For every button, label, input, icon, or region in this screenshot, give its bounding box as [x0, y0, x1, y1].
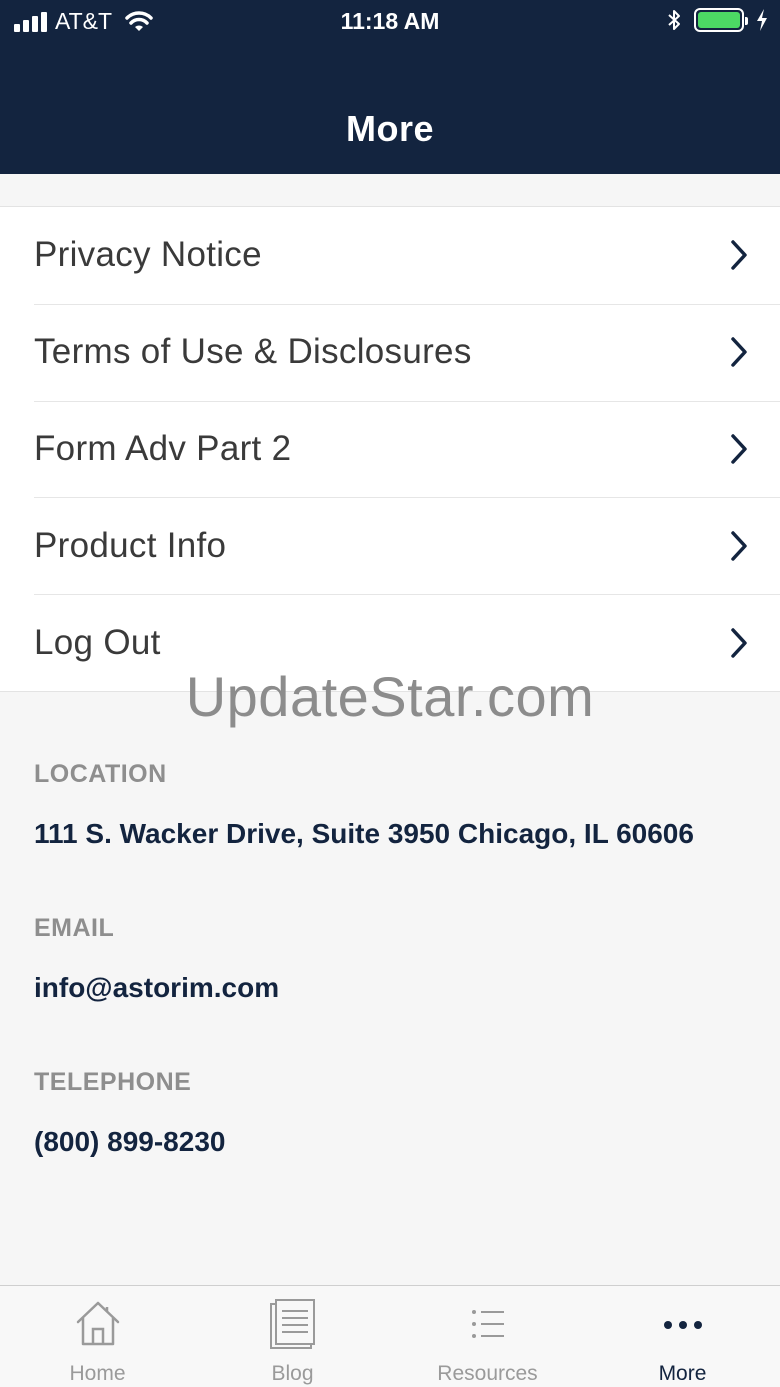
status-bar: AT&T 11:18 AM: [0, 0, 780, 44]
status-time: 11:18 AM: [340, 8, 440, 34]
email-label: EMAIL: [34, 914, 115, 942]
more-menu-list: Privacy Notice Terms of Use & Disclosure…: [0, 206, 780, 692]
tab-resources[interactable]: Resources: [390, 1286, 585, 1387]
location-label: LOCATION: [34, 760, 167, 788]
menu-item-label: Privacy Notice: [34, 235, 262, 275]
chevron-right-icon: [731, 531, 747, 561]
menu-item-label: Terms of Use & Disclosures: [34, 332, 472, 372]
tab-home[interactable]: Home: [0, 1286, 195, 1387]
location-value[interactable]: 111 S. Wacker Drive, Suite 3950 Chicago,…: [34, 818, 694, 850]
tab-blog[interactable]: Blog: [195, 1286, 390, 1387]
menu-item-terms-of-use[interactable]: Terms of Use & Disclosures: [0, 303, 780, 401]
tab-label: More: [658, 1362, 707, 1385]
tab-bar: Home Blog Resources More: [0, 1285, 780, 1387]
watermark-text: UpdateStar.com: [185, 665, 595, 728]
home-icon: [76, 1301, 119, 1346]
chevron-right-icon: [731, 337, 747, 367]
more-dots-icon: [663, 1321, 702, 1329]
email-value[interactable]: info@astorim.com: [34, 972, 279, 1004]
menu-item-form-adv-part-2[interactable]: Form Adv Part 2: [0, 400, 780, 498]
app-header: AT&T 11:18 AM More: [0, 0, 780, 174]
battery-icon: [694, 8, 748, 32]
telephone-label: TELEPHONE: [34, 1068, 192, 1096]
telephone-value[interactable]: (800) 899-8230: [34, 1126, 225, 1158]
charging-icon: [757, 9, 767, 31]
list-icon: [471, 1310, 504, 1338]
menu-item-label: Product Info: [34, 525, 227, 565]
menu-item-privacy-notice[interactable]: Privacy Notice: [0, 207, 780, 304]
chevron-right-icon: [731, 434, 747, 464]
tab-label: Resources: [437, 1362, 538, 1385]
menu-item-product-info[interactable]: Product Info: [0, 497, 780, 594]
menu-item-label: Form Adv Part 2: [34, 428, 292, 468]
page-title: More: [345, 108, 434, 149]
tab-label: Blog: [271, 1362, 314, 1385]
chevron-right-icon: [731, 627, 747, 658]
tab-label: Home: [69, 1362, 126, 1385]
menu-item-label: Log Out: [34, 622, 161, 662]
bluetooth-icon: [668, 10, 680, 30]
tab-more[interactable]: More: [585, 1286, 780, 1387]
chevron-right-icon: [731, 240, 747, 271]
document-icon: [269, 1299, 315, 1349]
